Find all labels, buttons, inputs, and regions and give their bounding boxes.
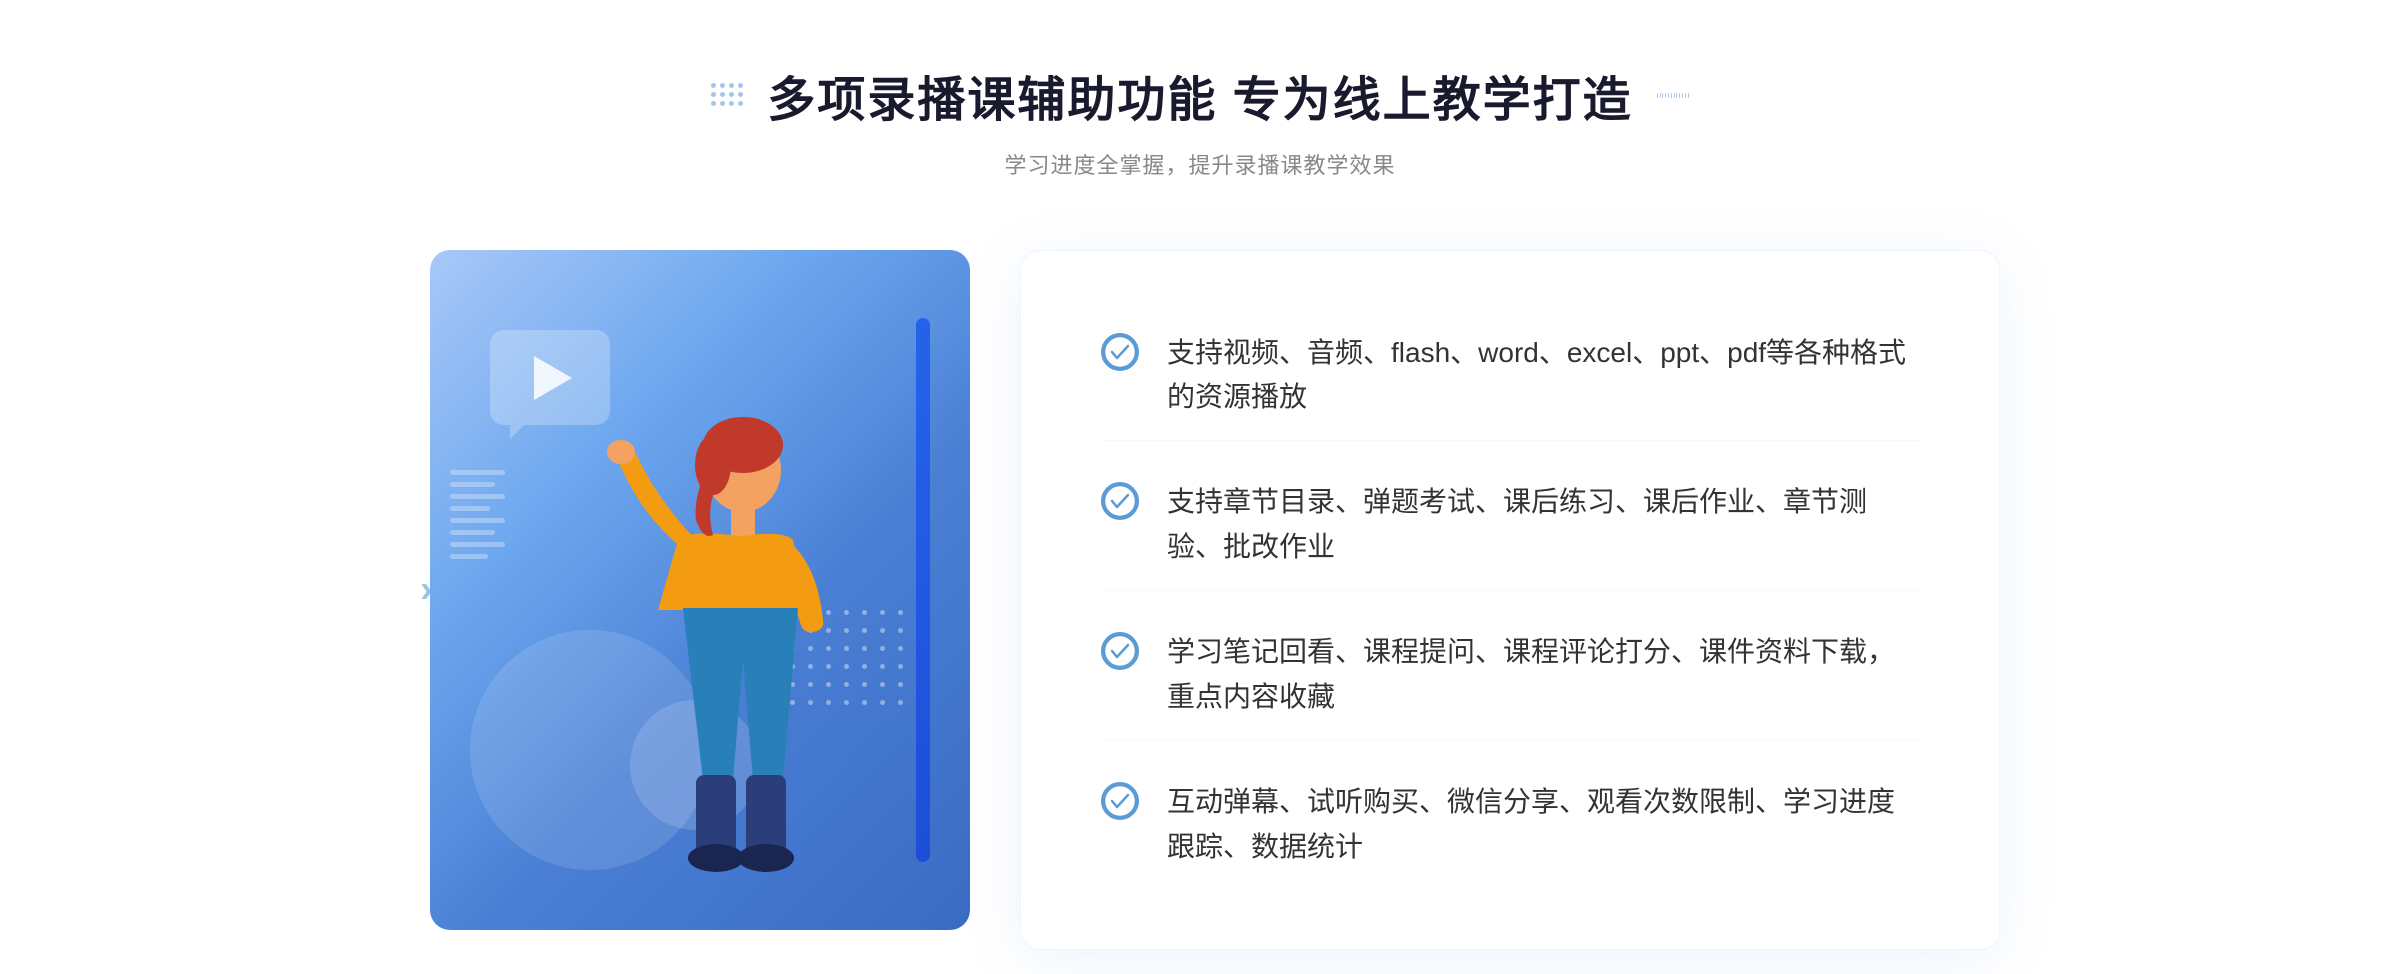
feature-text-2: 支持章节目录、弹题考试、课后练习、课后作业、章节测验、批改作业 bbox=[1167, 480, 1919, 570]
title-row: 多项录播课辅助功能 专为线上教学打造 bbox=[711, 60, 1688, 130]
right-panel: 支持视频、音频、flash、word、excel、ppt、pdf等各种格式的资源… bbox=[1020, 250, 2000, 950]
person-illustration bbox=[588, 410, 868, 930]
decorative-dots-left bbox=[711, 83, 743, 107]
check-icon-3 bbox=[1101, 632, 1139, 670]
check-icon-1 bbox=[1101, 333, 1139, 371]
play-icon bbox=[534, 356, 572, 400]
feature-item-3: 学习笔记回看、课程提问、课程评论打分、课件资料下载，重点内容收藏 bbox=[1101, 610, 1919, 741]
page-wrapper: 多项录播课辅助功能 专为线上教学打造 学习进度全掌握，提升录播课教学效果 » bbox=[0, 0, 2400, 974]
accent-bar bbox=[916, 318, 930, 862]
check-icon-4 bbox=[1101, 782, 1139, 820]
main-title: 多项录播课辅助功能 专为线上教学打造 bbox=[767, 60, 1632, 130]
feature-item-4: 互动弹幕、试听购买、微信分享、观看次数限制、学习进度跟踪、数据统计 bbox=[1101, 760, 1919, 890]
check-icon-2 bbox=[1101, 482, 1139, 520]
subtitle: 学习进度全掌握，提升录播课教学效果 bbox=[1004, 148, 1395, 180]
feature-item-2: 支持章节目录、弹题考试、课后练习、课后作业、章节测验、批改作业 bbox=[1101, 460, 1919, 591]
header-section: 多项录播课辅助功能 专为线上教学打造 学习进度全掌握，提升录播课教学效果 bbox=[711, 60, 1688, 180]
feature-text-3: 学习笔记回看、课程提问、课程评论打分、课件资料下载，重点内容收藏 bbox=[1167, 630, 1919, 720]
left-panel bbox=[400, 230, 1020, 930]
feature-text-4: 互动弹幕、试听购买、微信分享、观看次数限制、学习进度跟踪、数据统计 bbox=[1167, 780, 1919, 870]
feature-text-1: 支持视频、音频、flash、word、excel、ppt、pdf等各种格式的资源… bbox=[1167, 331, 1919, 421]
content-area: » bbox=[400, 230, 2000, 950]
stripes-decoration bbox=[450, 470, 510, 590]
feature-item-1: 支持视频、音频、flash、word、excel、ppt、pdf等各种格式的资源… bbox=[1101, 311, 1919, 442]
decorative-dots-right bbox=[1657, 83, 1689, 107]
image-card bbox=[430, 250, 970, 930]
